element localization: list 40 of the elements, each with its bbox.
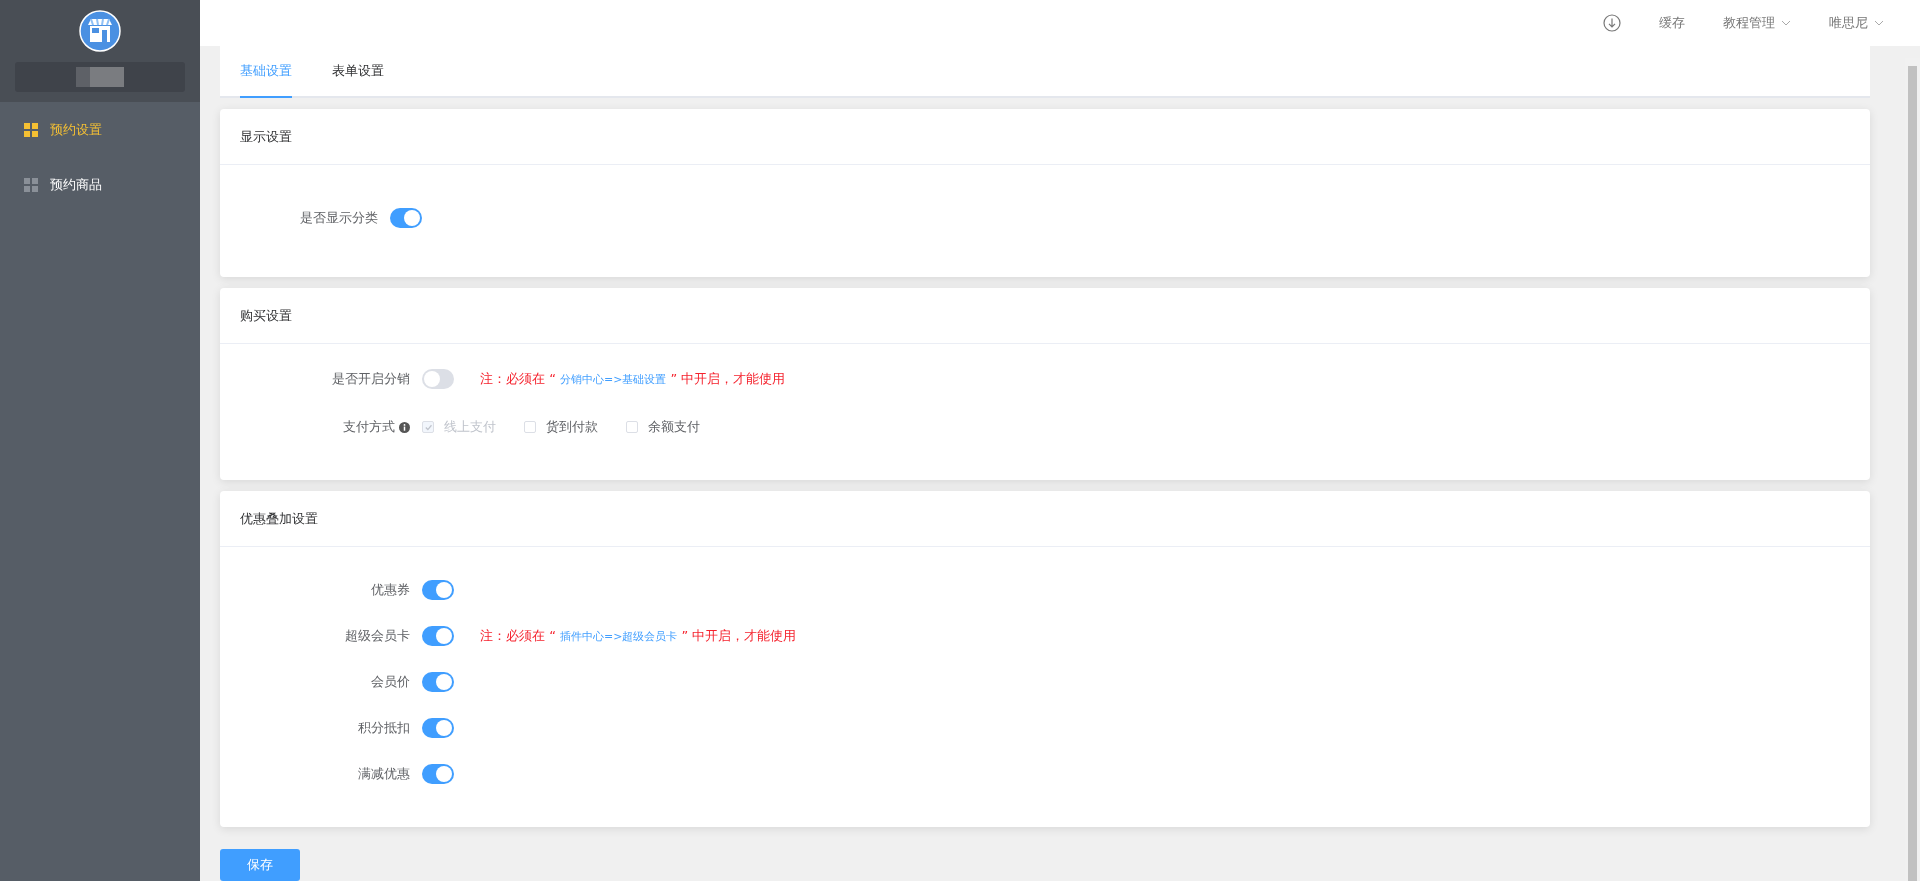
checkbox[interactable] <box>524 421 536 433</box>
header-menu[interactable]: 唯思尼 <box>1829 14 1884 32</box>
note-text: 注：必须在 “ 分销中心=>基础设置 ” 中开启，才能使用 <box>480 370 786 388</box>
field-label: 积分抵扣 <box>358 719 410 737</box>
grid-icon <box>24 122 38 137</box>
cache-link[interactable]: 缓存 <box>1659 14 1685 32</box>
toggle-switch[interactable] <box>390 208 422 228</box>
chevron-down-icon <box>1781 19 1791 27</box>
link[interactable]: 分销中心=>基础设置 <box>560 373 667 386</box>
note-text: 注：必须在 “ 插件中心=>超级会员卡 ” 中开启，才能使用 <box>480 627 797 645</box>
link[interactable]: 插件中心=>超级会员卡 <box>560 630 678 643</box>
field-label: 超级会员卡 <box>345 627 410 645</box>
field-label: 是否显示分类 <box>300 209 378 227</box>
field-label: 是否开启分销 <box>332 370 410 388</box>
sidebar-item[interactable]: 预约设置 <box>0 102 200 157</box>
toggle-switch[interactable] <box>422 580 454 600</box>
toggle-switch[interactable] <box>422 718 454 738</box>
tab[interactable]: 基础设置 <box>240 62 292 98</box>
field-label: 满减优惠 <box>358 765 410 783</box>
tab[interactable]: 表单设置 <box>332 62 384 98</box>
download-icon[interactable] <box>1603 14 1621 32</box>
checkbox[interactable] <box>626 421 638 433</box>
field-label: 支付方式 <box>343 418 395 436</box>
field-label: 优惠券 <box>371 581 410 599</box>
toggle-switch[interactable] <box>422 764 454 784</box>
toggle-switch[interactable] <box>422 369 454 389</box>
grid-icon <box>24 177 38 192</box>
toggle-switch[interactable] <box>422 626 454 646</box>
field-label: 会员价 <box>371 673 410 691</box>
header-menu[interactable]: 教程管理 <box>1723 14 1791 32</box>
checkbox-option[interactable]: 余额支付 <box>626 418 700 436</box>
sidebar-item[interactable]: 预约商品 <box>0 157 200 212</box>
card-title: 优惠叠加设置 <box>240 509 318 528</box>
card-title: 购买设置 <box>240 306 292 325</box>
checkbox-option[interactable]: 货到付款 <box>524 418 598 436</box>
save-button[interactable]: 保存 <box>220 849 300 881</box>
card-title: 显示设置 <box>240 127 292 146</box>
toggle-switch[interactable] <box>422 672 454 692</box>
shop-icon <box>79 10 121 52</box>
chevron-down-icon <box>1874 19 1884 27</box>
